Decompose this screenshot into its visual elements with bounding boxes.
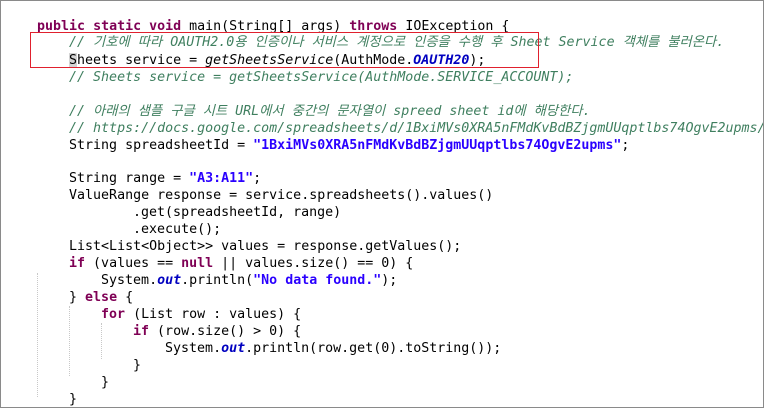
code-line[interactable]: if (row.size() > 0) { <box>101 306 301 339</box>
code-line[interactable]: System.out.println(row.get(0).toString()… <box>133 323 501 356</box>
code-text: String spreadsheetId = <box>69 138 254 153</box>
code-line[interactable]: String spreadsheetId = "1BxiMVs0XRA5nFMd… <box>37 120 629 153</box>
code-editor[interactable]: public static void main(String[] args) t… <box>0 0 764 408</box>
static-field: out <box>221 341 246 356</box>
code-line[interactable]: .get(spreadsheetId, range) <box>101 187 341 220</box>
code-line[interactable]: public static void main(String[] args) t… <box>5 1 509 34</box>
code-line[interactable]: } <box>69 357 109 390</box>
code-line[interactable]: } <box>37 374 77 407</box>
code-text: .println(row.get( <box>245 341 382 356</box>
static-field: out <box>157 273 182 288</box>
code-line[interactable]: List<List<Object>> values = response.get… <box>37 221 461 254</box>
code-text: ; <box>621 138 630 153</box>
code-line[interactable]: } else { <box>37 272 133 305</box>
string-literal: "1BxiMVs0XRA5nFMdKvBdBZjgmUUqptlbs74OgvE… <box>253 138 622 153</box>
code-text: .println( <box>181 273 254 288</box>
code-text: System. <box>165 341 222 356</box>
code-text: } <box>69 392 78 407</box>
code-line[interactable]: for (List row : values) { <box>69 289 301 322</box>
code-text: } <box>133 358 142 373</box>
code-line[interactable]: } <box>5 391 45 407</box>
code-line[interactable]: } <box>101 340 141 373</box>
code-line[interactable]: .execute(); <box>101 204 221 237</box>
comment: // Sheets service = getSheetsService(Aut… <box>69 70 574 85</box>
string-literal: "No data found." <box>253 273 382 288</box>
code-line[interactable]: // https://docs.google.com/spreadsheets/… <box>37 103 763 136</box>
code-text: ); <box>381 273 398 288</box>
highlight-box <box>30 32 539 68</box>
code-line[interactable]: System.out.println("No data found."); <box>69 255 397 288</box>
code-line[interactable]: ValueRange response = service.spreadshee… <box>37 170 493 203</box>
code-line[interactable]: if (values == null || values.size() == 0… <box>37 238 413 271</box>
code-line[interactable]: String range = "A3:A11"; <box>37 153 261 186</box>
code-line[interactable]: // 아래의 샘플 구글 시트 URL에서 중간의 문자열이 spreed sh… <box>37 86 591 119</box>
code-text: ).toString()); <box>389 341 502 356</box>
code-text: } <box>101 375 110 390</box>
